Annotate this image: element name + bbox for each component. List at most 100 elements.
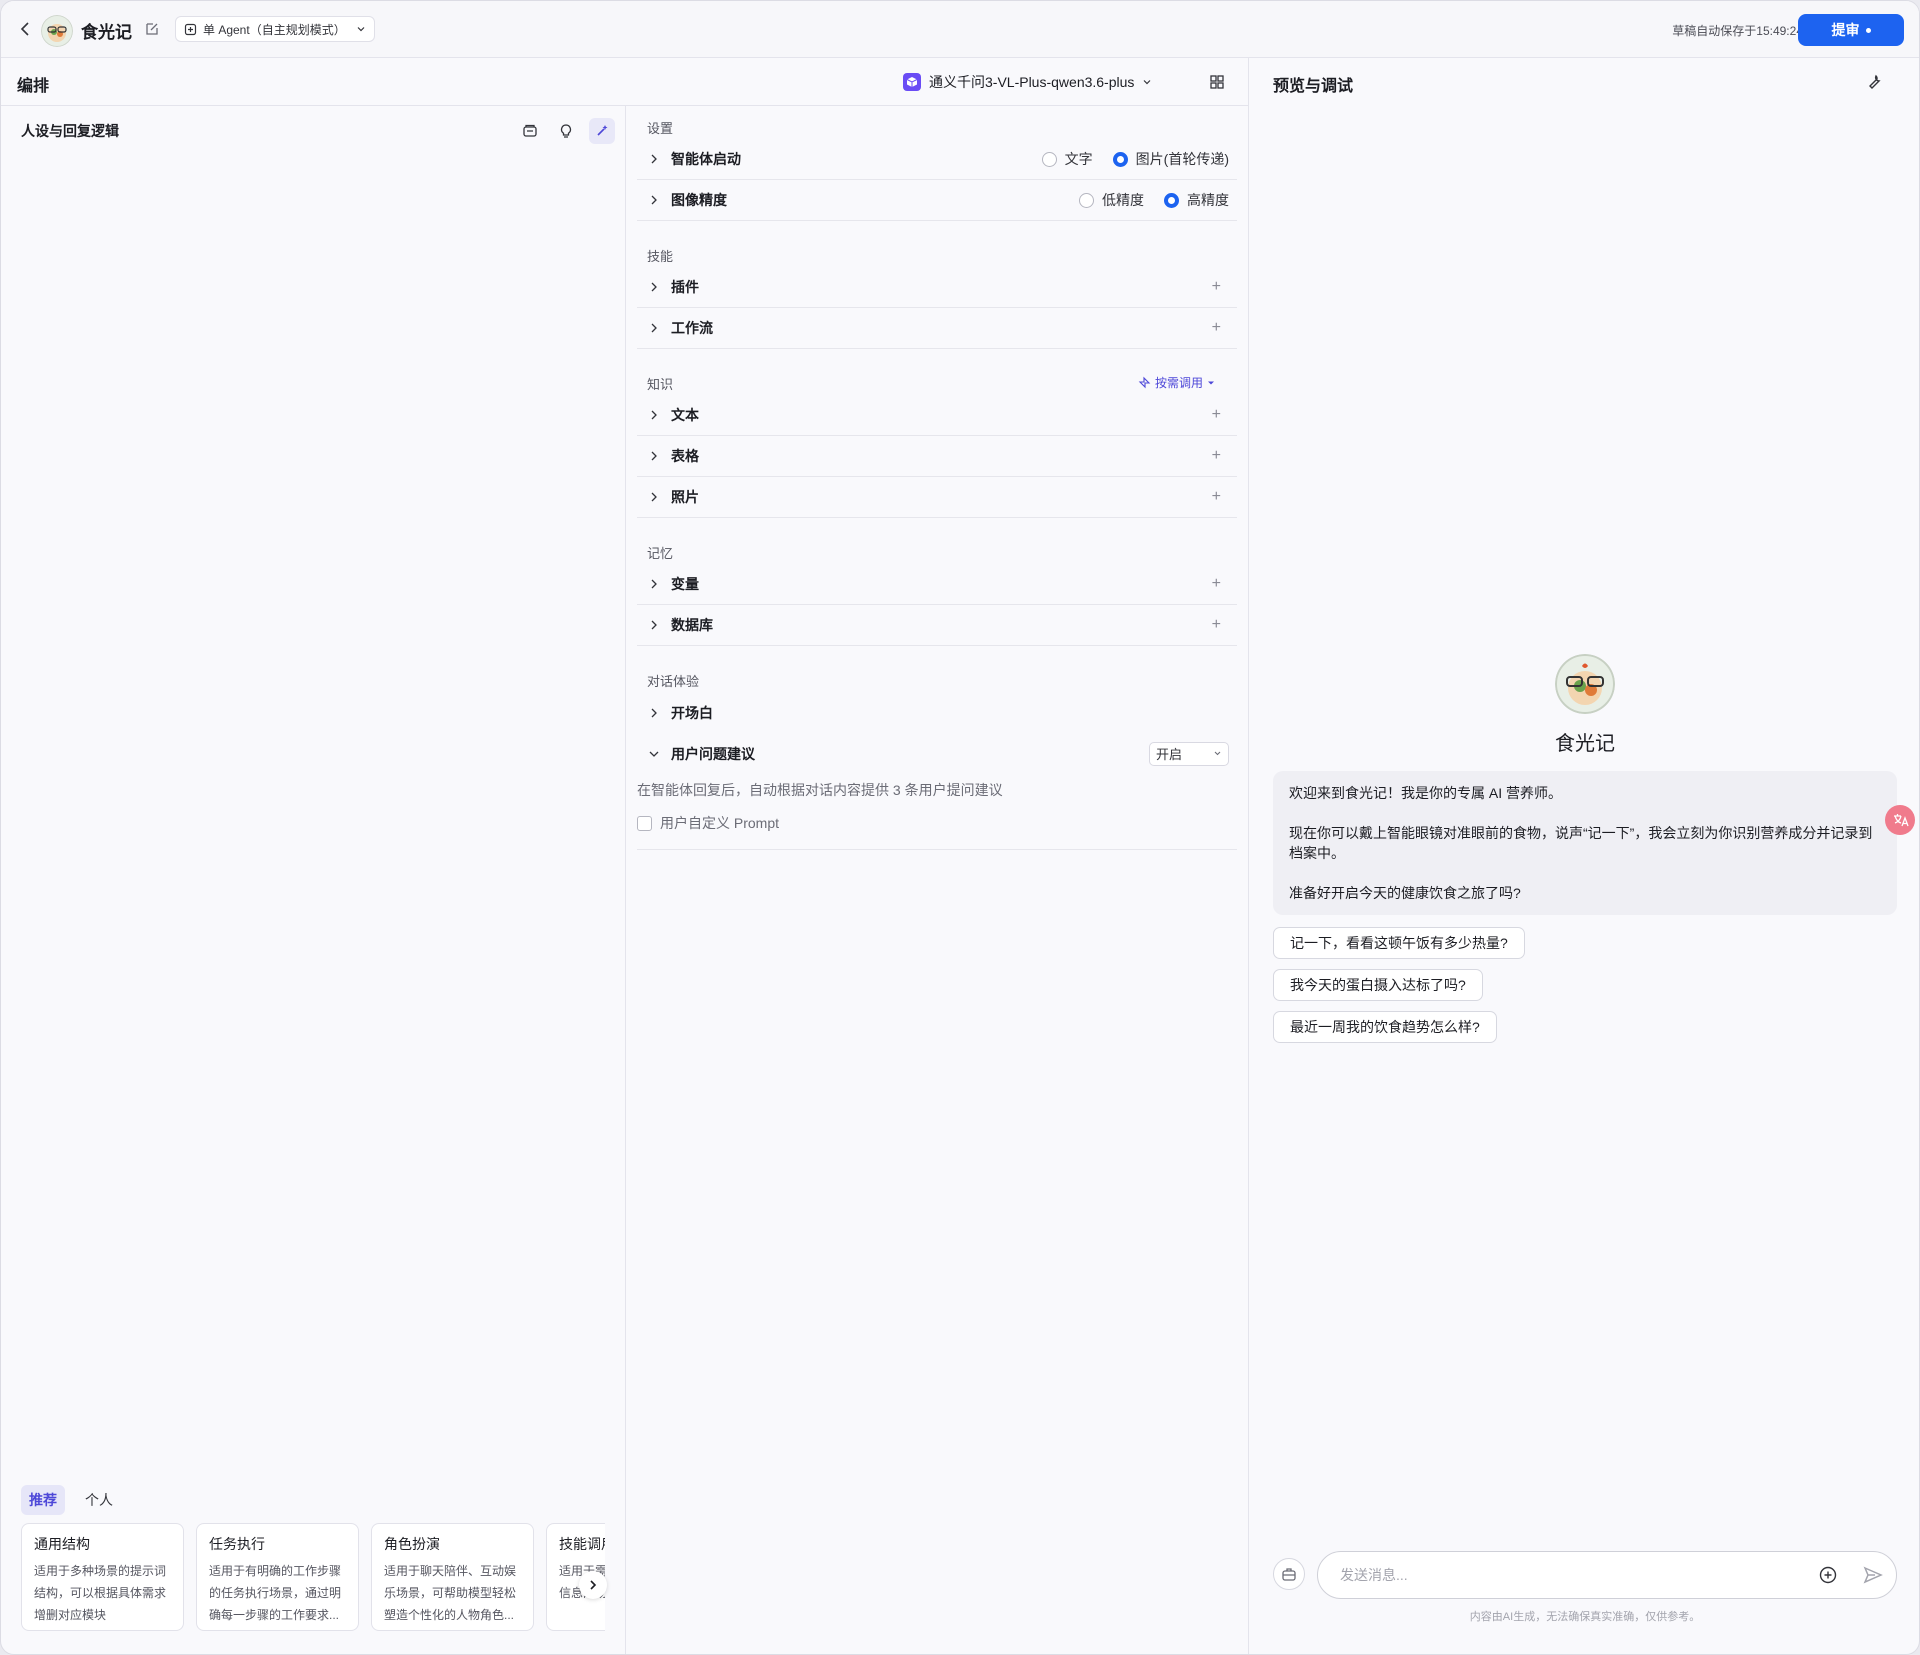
row-label: 照片: [671, 489, 699, 505]
section-memory: 记忆: [647, 546, 674, 561]
chevron-right-icon: [651, 492, 657, 502]
template-next-button[interactable]: [579, 1571, 607, 1599]
submit-review-button[interactable]: 提审: [1798, 14, 1904, 46]
template-tabs: 推荐 个人: [21, 1485, 121, 1515]
persona-title: 人设与回复逻辑: [21, 123, 119, 139]
chevron-down-icon: [1143, 80, 1151, 85]
radio-low[interactable]: 低精度: [1079, 190, 1144, 210]
layout-grid-icon[interactable]: [1209, 74, 1225, 90]
chevron-down-icon: [649, 751, 659, 757]
row-image-precision[interactable]: 图像精度 低精度 高精度: [637, 180, 1237, 221]
welcome-message: 欢迎来到食光记！我是你的专属 AI 营养师。 现在你可以戴上智能眼镜对准眼前的食…: [1273, 771, 1897, 915]
prompt-library-button[interactable]: [517, 118, 543, 144]
row-opening[interactable]: 开场白: [637, 692, 1237, 733]
custom-prompt-checkbox[interactable]: 用户自定义 Prompt: [637, 813, 779, 833]
translate-icon: [1894, 814, 1909, 827]
autosave-status: 草稿自动保存于15:49:24: [1672, 24, 1803, 38]
row-user-suggestions[interactable]: 用户问题建议 开启: [637, 733, 1237, 774]
row-label: 表格: [671, 448, 699, 464]
template-cards: 通用结构 适用于多种场景的提示词结构，可以根据具体需求增删对应模块 任务执行 适…: [21, 1523, 605, 1633]
prompt-tips-button[interactable]: [553, 118, 579, 144]
debug-wrench-icon[interactable]: [1865, 73, 1883, 91]
add-icon[interactable]: +: [1212, 488, 1221, 506]
welcome-line: 准备好开启今天的健康饮食之旅了吗?: [1289, 885, 1521, 901]
agent-mode-icon: [184, 23, 197, 35]
row-knowledge-text[interactable]: 文本 +: [637, 395, 1237, 436]
section-skills: 技能: [647, 249, 674, 264]
suggested-question[interactable]: 最近一周我的饮食趋势怎么样?: [1273, 1011, 1497, 1043]
radio-image[interactable]: 图片(首轮传递): [1112, 149, 1229, 169]
row-workflows[interactable]: 工作流 +: [637, 308, 1237, 349]
model-name: 通义千问3-VL-Plus-qwen3.6-plus: [929, 74, 1135, 90]
persona-toolbar: [517, 118, 615, 144]
row-label: 开场白: [671, 704, 713, 721]
row-variables[interactable]: 变量 +: [637, 564, 1237, 605]
column-divider: [1248, 58, 1249, 1654]
suggested-question[interactable]: 我今天的蛋白摄入达标了吗?: [1273, 969, 1483, 1001]
radio-label: 文字: [1064, 151, 1093, 167]
radio-circle-selected: [1164, 192, 1179, 208]
custom-prompt-label: 用户自定义 Prompt: [660, 815, 780, 831]
add-icon[interactable]: +: [1212, 406, 1221, 424]
agent-mode-label: 单 Agent（自主规划模式）: [203, 22, 346, 37]
tab-personal[interactable]: 个人: [77, 1485, 121, 1515]
radio-high[interactable]: 高精度: [1164, 190, 1229, 210]
radio-text[interactable]: 文字: [1041, 149, 1093, 169]
library-icon: [523, 124, 537, 137]
row-knowledge-table[interactable]: 表格 +: [637, 436, 1237, 477]
chevron-right-icon: [651, 195, 657, 205]
add-icon[interactable]: +: [1212, 575, 1221, 593]
edit-icon[interactable]: [144, 21, 160, 37]
chevron-right-icon: [651, 282, 657, 292]
radio-label: 图片(首轮传递): [1135, 151, 1229, 167]
template-card[interactable]: 角色扮演 适用于聊天陪伴、互动娱乐场景，可帮助模型轻松塑造个性化的人物角色...: [371, 1523, 534, 1631]
radio-label: 低精度: [1102, 192, 1144, 208]
suggested-question[interactable]: 记一下，看看这顿午饭有多少热量?: [1273, 927, 1525, 959]
toolbox-button[interactable]: [1273, 1558, 1305, 1590]
divider: [637, 849, 1237, 850]
chevron-right-icon: [651, 620, 657, 630]
chevron-right-icon: [651, 579, 657, 589]
row-plugins[interactable]: 插件 +: [637, 267, 1237, 308]
row-label: 图像精度: [671, 192, 727, 208]
add-icon[interactable]: +: [1212, 319, 1221, 337]
section-dialog: 对话体验: [647, 674, 700, 689]
welcome-line: 欢迎来到食光记！我是你的专属 AI 营养师。: [1289, 785, 1563, 801]
row-knowledge-photo[interactable]: 照片 +: [637, 477, 1237, 518]
app-window: 食光记 单 Agent（自主规划模式） 草稿自动保存于15:49:24 提审 编…: [0, 0, 1920, 1655]
model-select[interactable]: 通义千问3-VL-Plus-qwen3.6-plus: [903, 71, 1152, 93]
add-circle-icon[interactable]: [1819, 1566, 1837, 1584]
back-arrow-icon[interactable]: [17, 20, 35, 38]
row-label: 智能体启动: [671, 151, 741, 167]
welcome-line: 现在你可以戴上智能眼镜对准眼前的食物，说声“记一下”，我会立刻为你识别营养成分并…: [1289, 825, 1873, 861]
chevron-right-icon: [651, 410, 657, 420]
top-bar: 食光记 单 Agent（自主规划模式） 草稿自动保存于15:49:24 提审: [1, 1, 1919, 58]
radio-circle-selected: [1112, 151, 1128, 167]
message-input[interactable]: [1317, 1551, 1897, 1599]
ai-disclaimer: 内容由AI生成，无法确保真实准确，仅供参考。: [1469, 1611, 1701, 1623]
ai-optimize-button[interactable]: [589, 118, 615, 144]
translate-float-button[interactable]: [1885, 805, 1915, 835]
template-card[interactable]: 通用结构 适用于多种场景的提示词结构，可以根据具体需求增删对应模块: [21, 1523, 184, 1631]
row-database[interactable]: 数据库 +: [637, 605, 1237, 646]
template-card-title: 角色扮演: [384, 1536, 440, 1552]
suggestions-select[interactable]: 开启: [1149, 741, 1229, 766]
tab-recommended[interactable]: 推荐: [21, 1485, 65, 1515]
add-icon[interactable]: +: [1212, 447, 1221, 465]
add-icon[interactable]: +: [1212, 278, 1221, 296]
chevron-right-icon: [590, 1580, 597, 1590]
agent-mode-select[interactable]: 单 Agent（自主规划模式）: [175, 16, 375, 42]
editor-title: 编排: [17, 78, 50, 95]
row-agent-start[interactable]: 智能体启动 文字 图片(首轮传递): [637, 139, 1237, 180]
caret-down-icon: [1208, 381, 1214, 384]
chevron-down-icon: [1214, 751, 1221, 756]
column-divider: [625, 106, 626, 1654]
knowledge-mode-select[interactable]: 按需调用: [1138, 374, 1215, 391]
precision-radio-group: 低精度 高精度: [1067, 190, 1229, 210]
row-label: 文本: [671, 407, 699, 423]
send-icon[interactable]: [1863, 1565, 1883, 1585]
template-card[interactable]: 任务执行 适用于有明确的工作步骤的任务执行场景，通过明确每一步骤的工作要求...: [196, 1523, 359, 1631]
dropdown-dot-icon: [1865, 27, 1871, 33]
add-icon[interactable]: +: [1212, 616, 1221, 634]
knowledge-mode-icon: [1138, 376, 1151, 389]
